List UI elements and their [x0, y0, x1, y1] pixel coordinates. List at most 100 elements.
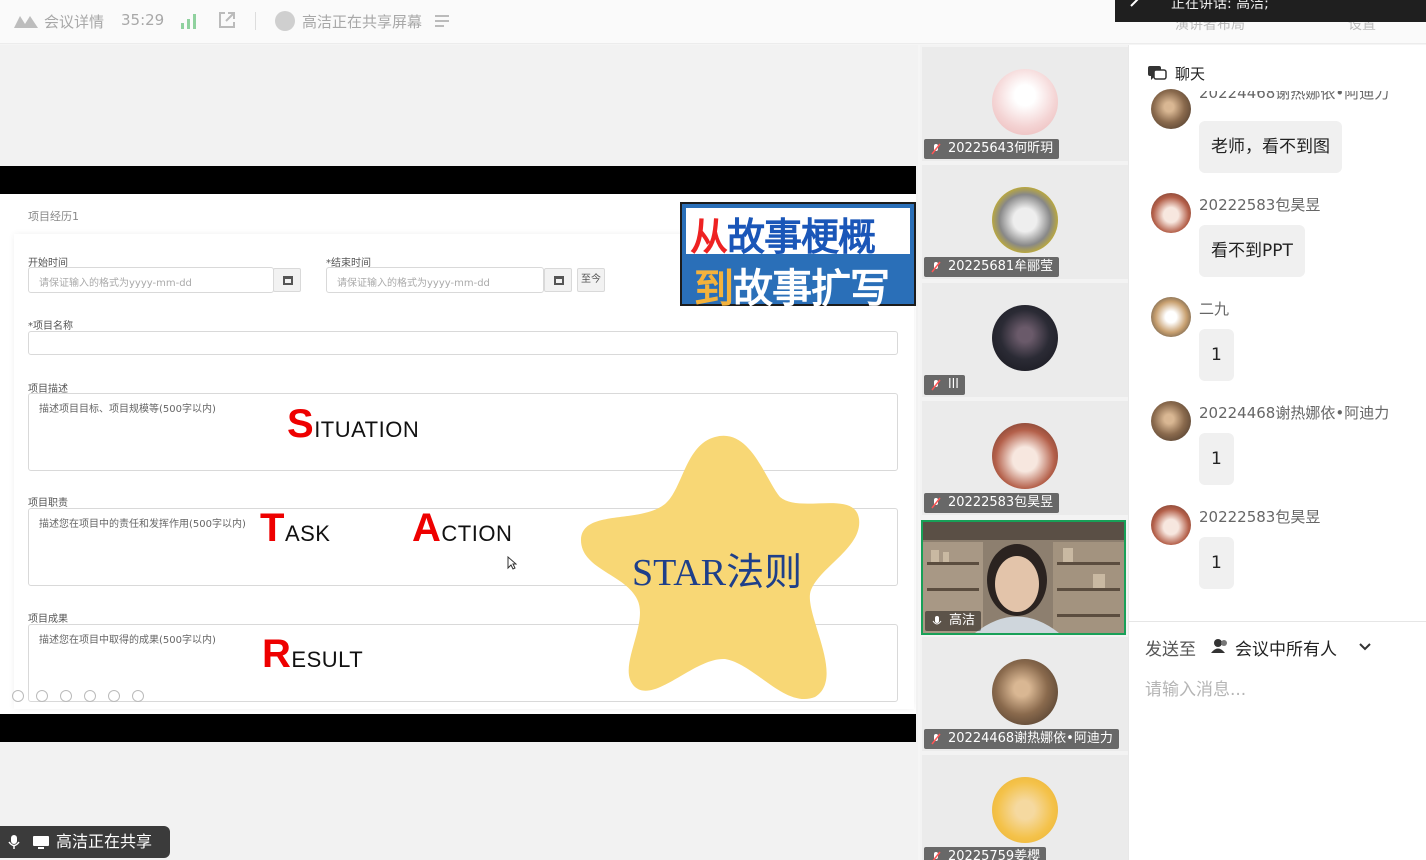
chat-message: 看不到PPT	[1199, 225, 1305, 277]
send-target-dropdown[interactable]: 会议中所有人	[1211, 635, 1337, 660]
avatar	[1151, 297, 1191, 337]
topbar-divider	[255, 12, 256, 30]
chat-message: 1	[1199, 537, 1234, 589]
slide-tool-icon	[84, 690, 96, 702]
mic-muted-icon	[931, 733, 941, 745]
avatar	[1151, 89, 1191, 129]
project-result-label: 项目成果	[28, 614, 68, 625]
avatar	[992, 423, 1058, 489]
chat-sender: 20222583包昊昱	[1199, 196, 1321, 214]
letterbox-top	[0, 166, 916, 194]
slide-tool-icon	[108, 690, 120, 702]
participant-name-text: 20222583包昊昱	[948, 495, 1054, 510]
participant-name: 20225643何昕玥	[924, 139, 1060, 159]
sharer-avatar	[275, 11, 295, 31]
network-signal-icon[interactable]	[180, 12, 198, 30]
chat-message-input[interactable]	[1145, 675, 1415, 705]
participant-list: 20225643何昕玥 20225681牟郦莹 lll 20222583包昊昱 …	[920, 45, 1128, 860]
participant-name-text: 20224468谢热娜依•阿迪力	[948, 731, 1113, 746]
project-duty-placeholder: 描述您在项目中的责任和发挥作用(500字以内)	[39, 519, 246, 530]
action-rest: CTION	[441, 521, 513, 546]
until-now-button: 至今	[577, 268, 605, 292]
banner-line2-a: 到	[694, 266, 734, 312]
end-date-input: 请保证输入的格式为yyyy-mm-dd	[326, 267, 544, 293]
participant-tile[interactable]: 20222583包昊昱	[922, 401, 1128, 515]
participant-name: 20225759姜櫻	[924, 847, 1047, 860]
send-target-text: 会议中所有人	[1235, 640, 1337, 660]
mic-muted-icon	[931, 379, 941, 391]
participant-tile[interactable]: 20225681牟郦莹	[922, 165, 1128, 279]
project-name-input	[28, 331, 898, 355]
letterbox-bottom	[0, 714, 916, 742]
participant-name-text: 20225759姜櫻	[948, 849, 1041, 860]
chat-title: 聊天	[1175, 65, 1206, 83]
result-word: RESULT	[262, 632, 363, 677]
project-desc-placeholder: 描述项目目标、项目规模等(500字以内)	[39, 404, 216, 415]
chat-message: 1	[1199, 329, 1234, 381]
participant-name-text: 20225681牟郦莹	[948, 259, 1054, 274]
meeting-details-link[interactable]: 会议详情	[44, 11, 104, 32]
participant-name: 20224468谢热娜依•阿迪力	[924, 729, 1119, 749]
participant-name: 高洁	[925, 611, 982, 631]
meeting-app: 会议详情 35:29 高洁正在共享屏幕 演讲者布局 设置 正在讲话: 高洁; 项…	[0, 0, 1426, 860]
chat-sender: 二九	[1199, 300, 1230, 318]
meeting-duration: 35:29	[121, 11, 165, 29]
banner-line2-b: 故事扩写	[733, 266, 890, 312]
chat-sender: 20224468谢热娜依•阿迪力	[1199, 404, 1390, 422]
situation-word: SITUATION	[287, 402, 419, 447]
avatar	[1151, 193, 1191, 233]
calendar-icon	[273, 268, 301, 292]
speaking-indicator-text: 正在讲话: 高洁;	[1171, 0, 1269, 12]
start-date-input: 请保证输入的格式为yyyy-mm-dd	[28, 267, 274, 293]
sharing-menu-icon[interactable]	[434, 14, 450, 28]
form-section-title: 项目经历1	[28, 210, 79, 223]
banner-line-1: 从故事梗概	[690, 206, 876, 261]
participant-name: 20222583包昊昱	[924, 493, 1060, 513]
screen-share-icon	[33, 836, 49, 849]
sharing-status-pill[interactable]: 高洁正在共享	[0, 826, 170, 858]
project-name-label: *项目名称	[28, 321, 73, 332]
chat-header: 聊天	[1147, 63, 1205, 84]
star-rule-text: STAR法则	[632, 552, 803, 594]
chat-message: 1	[1199, 433, 1234, 485]
send-to-label: 发送至	[1145, 640, 1196, 660]
mic-muted-icon	[931, 143, 941, 155]
meeting-logo-icon	[14, 16, 38, 28]
participant-name-text: lll	[948, 377, 959, 392]
story-banner: 从故事梗概 到故事扩写	[680, 202, 916, 312]
avatar	[992, 187, 1058, 253]
avatar	[1151, 401, 1191, 441]
participant-tile[interactable]: 20225643何昕玥	[922, 47, 1128, 161]
participant-name: 20225681牟郦莹	[924, 257, 1060, 277]
mic-muted-icon	[931, 261, 941, 273]
result-rest: ESULT	[291, 647, 364, 672]
participant-tile[interactable]: lll	[922, 283, 1128, 397]
avatar	[992, 777, 1058, 843]
chat-divider	[1129, 621, 1426, 622]
sharing-pill-text: 高洁正在共享	[56, 832, 153, 851]
top-bar: 会议详情 35:29 高洁正在共享屏幕 演讲者布局 设置 正在讲话: 高洁;	[0, 0, 1426, 44]
participant-name: lll	[924, 375, 965, 395]
chevron-down-icon[interactable]	[1359, 643, 1371, 651]
microphone-icon	[8, 835, 20, 849]
banner-line-2: 到故事扩写	[694, 256, 890, 314]
mouse-cursor-icon	[507, 556, 517, 570]
banner-line1-b: 故事梗概	[727, 215, 876, 259]
external-share-icon[interactable]	[217, 10, 237, 30]
situation-initial: S	[287, 402, 315, 446]
participant-name-text: 20225643何昕玥	[948, 141, 1054, 156]
participant-tile[interactable]: 20225759姜櫻	[922, 755, 1128, 860]
mic-muted-icon	[932, 851, 941, 860]
shared-slide: 项目经历1 开始时间 请保证输入的格式为yyyy-mm-dd *结束时间 请保证…	[0, 194, 916, 714]
speaking-indicator: 正在讲话: 高洁;	[1115, 0, 1426, 22]
mic-active-icon	[932, 616, 942, 625]
participant-tile[interactable]: 20224468谢热娜依•阿迪力	[922, 637, 1128, 751]
people-icon	[1211, 639, 1227, 653]
avatar	[1151, 505, 1191, 545]
task-initial: T	[260, 506, 285, 550]
active-speaker-video[interactable]: 高洁	[921, 520, 1126, 635]
slide-tool-icon	[60, 690, 72, 702]
chat-panel: 聊天 20224468谢热娜依•阿迪力 老师，看不到图 20222583包昊昱 …	[1128, 45, 1426, 860]
participant-name-text: 高洁	[949, 613, 976, 628]
project-result-placeholder: 描述您在项目中取得的成果(500字以内)	[39, 635, 216, 646]
